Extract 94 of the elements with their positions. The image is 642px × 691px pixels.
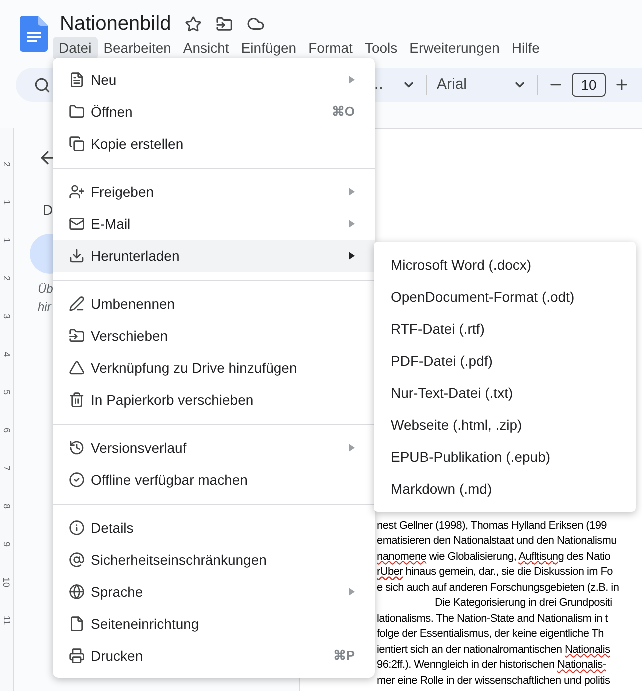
ruler-number: 7	[1, 466, 13, 471]
add-person-icon	[69, 184, 85, 200]
globe-icon	[69, 584, 85, 600]
printer-icon	[69, 648, 85, 664]
folder-move-icon[interactable]	[216, 16, 234, 32]
document-text-line: ematisieren den Nationalstaat und den Nationalismu	[377, 534, 618, 549]
menu-bar-item[interactable]: Datei	[53, 37, 98, 60]
menu-item[interactable]: Drucken ⌘P	[53, 640, 375, 672]
ruler-number: 5	[1, 390, 13, 395]
submenu-item[interactable]: Webseite (.html, .zip)	[374, 409, 636, 441]
folder-move-icon	[69, 328, 85, 344]
document-text-line: ientiert sich an der nationalromantischen Nationalis	[377, 642, 612, 658]
outline-label: D	[43, 201, 54, 220]
menu-bar-item[interactable]: Format	[302, 37, 359, 60]
submenu-item[interactable]: Nur-Text-Datei (.txt)	[374, 377, 636, 409]
outline-note-text: Üb	[38, 281, 54, 298]
submenu-arrow-icon	[349, 588, 355, 596]
document-text-line: e sich auch auf anderen Forschungsgebieten (z.B. in	[377, 580, 620, 596]
document-text-line: lationalisms. The Nation-State and Nationalism in t	[377, 612, 610, 626]
submenu-item[interactable]: RTF-Datei (.rtf)	[374, 313, 636, 345]
menu-item[interactable]: Sprache	[53, 576, 375, 608]
shortcut-text: ⌘P	[333, 647, 355, 666]
menu-bar-item[interactable]: Bearbeiten	[98, 37, 178, 60]
download-icon	[69, 248, 85, 264]
submenu-item[interactable]: OpenDocument-Format (.odt)	[374, 281, 636, 313]
submenu-arrow-icon	[349, 252, 355, 260]
submenu-arrow-icon	[349, 220, 355, 228]
ruler-number: 6	[1, 428, 13, 433]
submenu-arrow-icon	[349, 188, 355, 196]
ruler-number: 1	[1, 200, 13, 205]
document-text-line: 96:2ff.). Wenngleich in der historischen Nationalis-	[377, 658, 608, 673]
ruler-number: 11	[1, 616, 13, 626]
menu-item[interactable]: Öffnen ⌘O	[53, 96, 375, 128]
check-circle-icon	[69, 472, 85, 488]
document-text-line: nest Gellner (1998), Thomas Hylland Eriksen (199	[377, 518, 608, 534]
submenu-arrow-icon	[349, 76, 355, 84]
ruler-number: 2	[1, 276, 13, 281]
outline-note-text: hir	[38, 299, 53, 316]
document-text-line: mer eine Rolle in der wissenschaftlichen und politis	[377, 674, 612, 688]
ruler-number: 10	[1, 578, 13, 588]
menu-item[interactable]: Offline verfügbar machen	[53, 464, 375, 496]
ruler-number: 1	[1, 238, 13, 243]
ruler-number: 2	[1, 162, 13, 167]
menu-item[interactable]: In Papierkorb verschieben	[53, 384, 375, 416]
submenu-item[interactable]: EPUB-Publikation (.epub)	[374, 441, 636, 473]
ruler-number: 9	[1, 542, 13, 547]
menu-item[interactable]: Sicherheitseinschränkungen	[53, 544, 375, 576]
menu-item[interactable]: Umbenennen	[53, 288, 375, 320]
menu-item[interactable]: Seiteneinrichtung	[53, 608, 375, 640]
plus-icon[interactable]	[614, 77, 630, 93]
document-text-line: Die Kategorisierung in drei Grundpositi	[434, 596, 614, 611]
info-icon	[69, 520, 85, 536]
menu-item[interactable]: Verschieben	[53, 320, 375, 352]
menu-bar-item[interactable]: Hilfe	[506, 37, 546, 60]
shortcut-text: ⌘O	[332, 103, 355, 122]
docs-logo-icon[interactable]	[20, 16, 48, 52]
document-text-line: folge der Essentialismus, der keine eigentliche Th	[377, 627, 605, 642]
mail-icon	[69, 216, 85, 232]
folder-icon	[69, 104, 85, 120]
triangle-icon	[69, 360, 85, 376]
menu-item[interactable]: Versionsverlauf	[53, 432, 375, 464]
submenu-arrow-icon	[349, 444, 355, 452]
history-icon	[69, 440, 85, 456]
page-icon	[69, 616, 85, 632]
ruler-number: 4	[1, 352, 13, 357]
font-dropdown[interactable]: Arial	[437, 74, 527, 96]
submenu-item[interactable]: Markdown (.md)	[374, 473, 636, 505]
font-size-field[interactable]: 10	[572, 73, 606, 97]
menu-item[interactable]: Neu	[53, 64, 375, 96]
trash-icon	[69, 392, 85, 408]
submenu-item[interactable]: Microsoft Word (.docx)	[374, 249, 636, 281]
document-text-line: rUber hinaus gemein, dar., sie die Diskussion im Fo	[377, 565, 614, 580]
menu-item[interactable]: E-Mail	[53, 208, 375, 240]
submenu-item[interactable]: PDF-Datei (.pdf)	[374, 345, 636, 377]
star-icon[interactable]	[185, 16, 202, 32]
menu-item[interactable]: Details	[53, 512, 375, 544]
menu-bar-item[interactable]: Einfügen	[235, 37, 303, 60]
search-icon[interactable]	[34, 76, 51, 94]
menu-item[interactable]: Kopie erstellen	[53, 128, 375, 160]
menu-bar-item[interactable]: Ansicht	[177, 37, 236, 60]
document-icon	[69, 72, 85, 88]
ruler-number: 3	[1, 314, 13, 319]
copy-icon	[69, 136, 85, 152]
at-sign-icon	[69, 552, 85, 568]
ruler-number: 8	[1, 504, 13, 509]
menu-bar-item[interactable]: Erweiterungen	[404, 37, 506, 60]
menu-item[interactable]: Freigeben	[53, 176, 375, 208]
menu-item[interactable]: Herunterladen	[53, 240, 375, 272]
cloud-icon[interactable]	[247, 15, 266, 33]
document-text-line: nanomene wie Globalisierung, Aufltisung des Natio	[377, 550, 612, 564]
pen-icon	[69, 296, 85, 312]
document-title[interactable]: Nationenbild	[60, 12, 172, 36]
menu-bar-item[interactable]: Tools	[358, 37, 404, 60]
menu-item[interactable]: Verknüpfung zu Drive hinzufügen	[53, 352, 375, 384]
